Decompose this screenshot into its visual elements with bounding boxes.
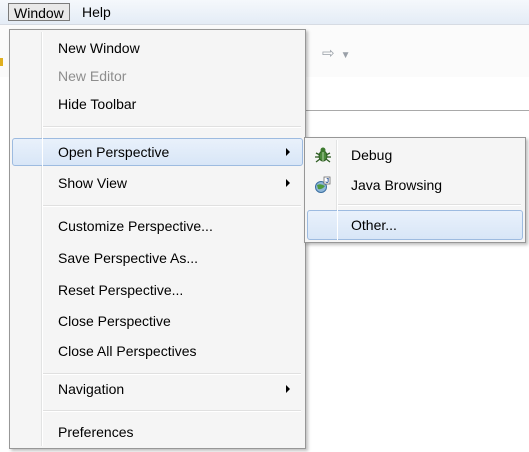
menu-item-close-perspective[interactable]: Close Perspective bbox=[12, 307, 303, 335]
menu-item-customize-perspective[interactable]: Customize Perspective... bbox=[12, 212, 303, 240]
menu-item-label: New Editor bbox=[58, 68, 127, 84]
menu-item-label: Close All Perspectives bbox=[58, 343, 197, 359]
menu-item-open-perspective[interactable]: Open Perspective bbox=[12, 138, 303, 166]
menu-separator bbox=[43, 410, 301, 412]
menu-item-preferences[interactable]: Preferences bbox=[12, 418, 303, 446]
debug-bug-icon bbox=[315, 147, 331, 163]
submenu-item-debug[interactable]: Debug bbox=[307, 140, 523, 170]
menu-item-new-editor: New Editor bbox=[12, 62, 303, 90]
forward-arrow-icon[interactable]: ⇨ bbox=[322, 45, 335, 62]
submenu-item-other[interactable]: Other... bbox=[307, 210, 523, 240]
menu-item-new-window[interactable]: New Window bbox=[12, 34, 303, 62]
svg-text:J: J bbox=[325, 178, 329, 185]
menu-item-save-perspective-as[interactable]: Save Perspective As... bbox=[12, 244, 303, 272]
menu-item-label: Reset Perspective... bbox=[58, 282, 184, 298]
submenu-item-label: Other... bbox=[351, 217, 397, 233]
menu-item-label: Show View bbox=[58, 175, 128, 191]
forward-nav[interactable]: ⇨ ▼ bbox=[322, 44, 350, 62]
menu-window[interactable]: Window bbox=[8, 3, 70, 21]
menu-bar: Window Help bbox=[0, 0, 529, 25]
menu-item-show-view[interactable]: Show View bbox=[12, 169, 303, 197]
menu-item-label: New Window bbox=[58, 40, 140, 56]
submenu-item-label: Debug bbox=[351, 147, 393, 163]
background-divider bbox=[300, 110, 529, 111]
java-browsing-icon: J bbox=[315, 176, 331, 193]
dropdown-arrow-icon[interactable]: ▼ bbox=[341, 50, 351, 61]
menu-item-close-all-perspectives[interactable]: Close All Perspectives bbox=[12, 337, 303, 365]
menu-separator bbox=[43, 126, 301, 128]
menu-item-navigation[interactable]: Navigation bbox=[12, 375, 303, 403]
menu-item-label: Save Perspective As... bbox=[58, 250, 199, 266]
submenu-arrow-icon bbox=[286, 385, 290, 393]
toolbar-icon-fragment bbox=[0, 58, 3, 66]
submenu-arrow-icon bbox=[286, 179, 290, 187]
menu-help[interactable]: Help bbox=[77, 3, 116, 21]
menu-item-hide-toolbar[interactable]: Hide Toolbar bbox=[12, 90, 303, 118]
menu-item-label: Open Perspective bbox=[58, 144, 170, 160]
menu-item-label: Preferences bbox=[58, 424, 134, 440]
submenu-arrow-icon bbox=[286, 148, 290, 156]
menu-item-label: Close Perspective bbox=[58, 313, 171, 329]
submenu-separator bbox=[338, 204, 521, 206]
menu-item-label: Hide Toolbar bbox=[58, 96, 137, 112]
open-perspective-submenu: Debug J Java Browsing Other... bbox=[304, 137, 526, 243]
window-menu-dropdown: New Window New Editor Hide Toolbar Open … bbox=[9, 29, 306, 449]
menu-item-reset-perspective[interactable]: Reset Perspective... bbox=[12, 276, 303, 304]
menu-item-label: Customize Perspective... bbox=[58, 218, 213, 234]
menu-item-label: Navigation bbox=[58, 381, 125, 397]
submenu-item-label: Java Browsing bbox=[351, 177, 443, 193]
submenu-item-java-browsing[interactable]: J Java Browsing bbox=[307, 170, 523, 200]
menu-separator bbox=[43, 205, 301, 207]
